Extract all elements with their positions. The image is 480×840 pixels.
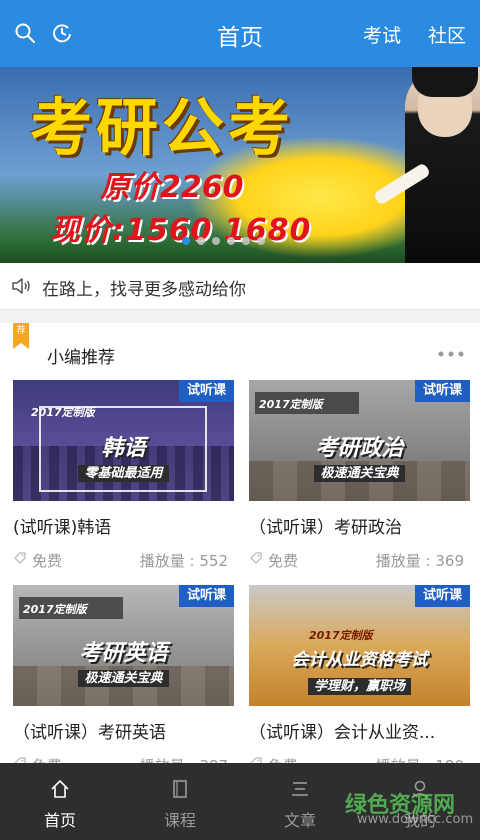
section-title: 小编推荐 <box>47 348 115 368</box>
course-price: 免费 <box>268 552 299 570</box>
thumbnail-slogan: 零基础最适用 <box>13 462 234 482</box>
edition-label: 2017定制版 <box>309 629 373 642</box>
course-card[interactable]: 试听课 2017定制版 考研英语 极速通关宝典 （试听课）考研英语 免费 播放量… <box>13 585 234 775</box>
thumbnail-course-title: 考研英语 <box>79 641 168 666</box>
banner-current-price: 现价:1560 1680 <box>50 213 312 248</box>
edition-label: 2017定制版 <box>31 406 95 419</box>
app-screen: 首页 考试 社区 考研公考 原价2260 现价:1560 1680 在路上，找寻… <box>0 0 480 840</box>
thumbnail-slogan: 极速通关宝典 <box>249 462 470 482</box>
slogan-text: 零基础最适用 <box>78 465 169 482</box>
trial-tag: 试听课 <box>414 380 470 402</box>
tab-label: 文章 <box>283 811 316 830</box>
course-thumbnail[interactable]: 试听课 2017定制版 考研政治 极速通关宝典 <box>249 380 470 501</box>
price-tag-icon <box>14 552 26 564</box>
watermark-url: www.downcc.com <box>357 812 474 827</box>
thumbnail-course-title: 韩语 <box>101 436 146 461</box>
article-icon <box>292 782 308 796</box>
graduate-hair <box>412 67 478 97</box>
edition-label: 2017定制版 <box>23 603 87 616</box>
course-thumbnail[interactable]: 试听课 2017定制版 考研英语 极速通关宝典 <box>13 585 234 706</box>
notice-text: 在路上，找寻更多感动给你 <box>42 280 246 300</box>
speaker-icon <box>12 278 30 294</box>
thumbnail-course-title: 会计从业资格考试 <box>291 650 428 670</box>
course-thumbnail[interactable]: 试听课 2017定制版 韩语 零基础最适用 <box>13 380 234 501</box>
price-tag-icon <box>250 552 262 564</box>
course-name[interactable]: （试听课）考研英语 <box>13 718 234 743</box>
course-card[interactable]: 试听课 2017定制版 考研政治 极速通关宝典 （试听课）考研政治 免费 播放量… <box>249 380 470 570</box>
tab-articles[interactable]: 文章 <box>240 763 360 840</box>
tab-label: 首页 <box>43 811 76 830</box>
top-bar: 首页 考试 社区 <box>0 0 480 67</box>
thumbnail-slogan: 极速通关宝典 <box>13 667 234 687</box>
trial-tag: 试听课 <box>178 380 234 402</box>
tab-label: 课程 <box>163 811 196 830</box>
course-name[interactable]: （试听课）会计从业资... <box>249 718 470 743</box>
promo-banner[interactable]: 考研公考 原价2260 现价:1560 1680 <box>0 67 480 263</box>
tab-home[interactable]: 首页 <box>0 763 120 840</box>
pagination-dot[interactable] <box>257 237 265 245</box>
pagination-dot[interactable] <box>197 237 205 245</box>
slogan-text: 极速通关宝典 <box>314 465 405 482</box>
slogan-text: 学理财，赢职场 <box>307 678 411 695</box>
thumbnail-course-title: 考研政治 <box>315 436 404 461</box>
pagination-dot[interactable] <box>227 237 235 245</box>
nav-exam-link[interactable]: 考试 <box>363 21 401 48</box>
pagination-dot[interactable] <box>242 237 250 245</box>
home-icon <box>51 779 69 798</box>
course-thumbnail[interactable]: 试听课 2017定制版 会计从业资格考试 学理财，赢职场 <box>249 585 470 706</box>
play-count: 播放量 : 369 <box>375 552 464 570</box>
notice-bar[interactable]: 在路上，找寻更多感动给你 <box>0 263 480 310</box>
pagination-dot[interactable] <box>212 237 220 245</box>
more-dots-icon[interactable] <box>438 351 464 357</box>
trial-tag: 试听课 <box>414 585 470 607</box>
edition-label: 2017定制版 <box>259 398 323 411</box>
slogan-text: 极速通关宝典 <box>78 670 169 687</box>
course-name[interactable]: (试听课)韩语 <box>13 513 234 538</box>
thumbnail-slogan: 学理财，赢职场 <box>249 675 470 695</box>
banner-headline: 考研公考 <box>30 91 295 164</box>
recommend-section: 荐 小编推荐 试听课 2017定制版 韩语 零基础最适用 (试听课)韩语 免费 … <box>0 323 480 775</box>
course-name[interactable]: （试听课）考研政治 <box>249 513 470 538</box>
book-icon <box>173 780 187 798</box>
trial-tag: 试听课 <box>178 585 234 607</box>
page-title: 首页 <box>217 25 263 51</box>
banner-original-price: 原价2260 <box>100 170 244 205</box>
course-card[interactable]: 试听课 2017定制版 会计从业资格考试 学理财，赢职场 （试听课）会计从业资.… <box>249 585 470 775</box>
course-price: 免费 <box>32 552 63 570</box>
play-count: 播放量 : 552 <box>139 552 228 570</box>
nav-community-link[interactable]: 社区 <box>428 21 466 48</box>
tab-courses[interactable]: 课程 <box>120 763 240 840</box>
banner-pagination <box>182 237 265 245</box>
recommend-badge: 荐 <box>13 323 29 349</box>
pagination-dot[interactable] <box>182 237 190 245</box>
course-card[interactable]: 试听课 2017定制版 韩语 零基础最适用 (试听课)韩语 免费 播放量 : 5… <box>13 380 234 570</box>
